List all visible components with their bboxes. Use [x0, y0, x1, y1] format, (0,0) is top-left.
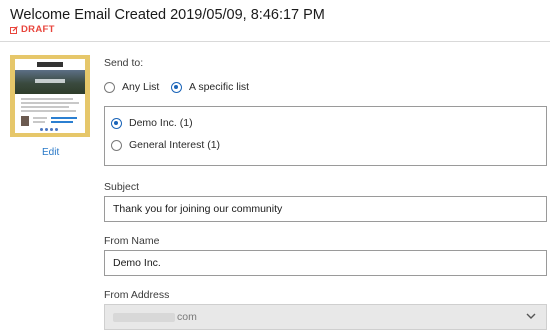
preview-text-line: [33, 121, 45, 123]
page-title: Welcome Email Created 2019/05/09, 8:46:1…: [10, 7, 325, 23]
preview-logo: [37, 62, 63, 67]
from-name-value: Demo Inc.: [113, 257, 161, 269]
list-option-general-interest[interactable]: General Interest (1): [111, 139, 220, 151]
preview-social-icon: [55, 128, 58, 131]
preview-text-line: [21, 102, 79, 104]
preview-hero-text: [35, 79, 65, 83]
preview-text-line: [33, 117, 47, 119]
from-address-value: com: [177, 311, 197, 323]
radio-any-list[interactable]: Any List: [104, 81, 159, 93]
email-preview-thumbnail[interactable]: [10, 55, 90, 137]
radio-circle[interactable]: [104, 81, 115, 93]
radio-circle[interactable]: [111, 117, 122, 129]
preview-social-icon: [40, 128, 43, 131]
preview-text-line: [21, 106, 69, 108]
subject-input[interactable]: Thank you for joining our community: [104, 196, 547, 222]
redacted-address: [113, 312, 175, 322]
chevron-down-icon: [526, 313, 536, 319]
from-name-input[interactable]: Demo Inc.: [104, 250, 547, 276]
from-address-label: From Address: [104, 289, 170, 301]
list-option-demo-inc[interactable]: Demo Inc. (1): [111, 117, 193, 129]
preview-photo: [21, 116, 29, 126]
radio-circle[interactable]: [171, 81, 182, 93]
radio-specific-list-label: A specific list: [189, 81, 250, 93]
preview-social-icon: [45, 128, 48, 131]
send-to-label: Send to:: [104, 57, 144, 69]
radio-any-list-label: Any List: [122, 81, 160, 93]
list-selector: [104, 106, 547, 166]
status-label: DRAFT: [21, 24, 55, 35]
edit-icon: [10, 25, 18, 34]
radio-circle[interactable]: [111, 139, 122, 151]
edit-link[interactable]: Edit: [42, 147, 59, 158]
from-name-label: From Name: [104, 235, 160, 247]
list-option-label: General Interest (1): [129, 139, 221, 151]
status-badge: DRAFT: [10, 24, 55, 35]
preview-text-line: [21, 98, 73, 100]
email-preview-image: [15, 59, 85, 133]
preview-link-line: [51, 117, 77, 119]
preview-link-line: [51, 121, 73, 123]
preview-social-icon: [50, 128, 53, 131]
from-address-select[interactable]: com: [104, 304, 547, 330]
radio-specific-list[interactable]: A specific list: [171, 81, 249, 93]
subject-value: Thank you for joining our community: [113, 203, 283, 215]
page-header: Welcome Email Created 2019/05/09, 8:46:1…: [0, 0, 550, 42]
subject-label: Subject: [104, 181, 140, 193]
list-option-label: Demo Inc. (1): [129, 117, 193, 129]
preview-text-line: [21, 110, 76, 112]
